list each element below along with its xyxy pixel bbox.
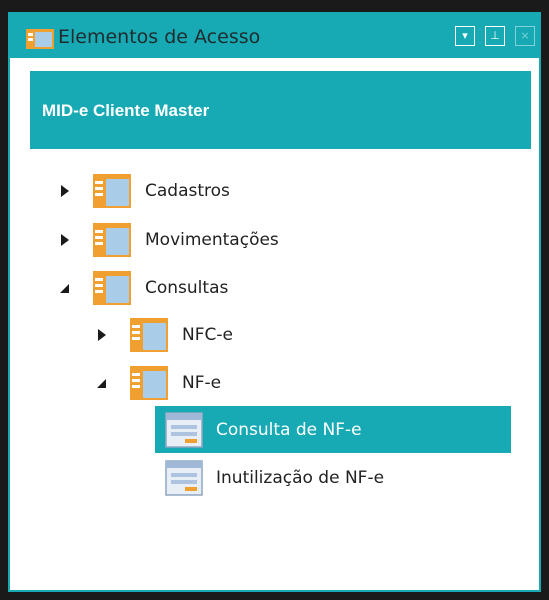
close-icon: × [520, 29, 530, 42]
tree-node-nfce[interactable]: NFC-e [97, 316, 357, 356]
tree-node-consultas[interactable]: Consultas [60, 269, 360, 309]
window-icon [26, 29, 54, 49]
tree-node-label: NF-e [182, 373, 222, 393]
tree-node-label: Consultas [145, 278, 229, 298]
form-icon [165, 460, 203, 496]
tree-node-label: Cadastros [145, 181, 230, 201]
client-name: MID-e Cliente Master [42, 101, 210, 120]
form-icon [165, 412, 203, 448]
tree-leaf-label: Consulta de NF-e [216, 420, 362, 440]
expand-arrow-icon[interactable] [97, 328, 107, 342]
access-elements-panel: Elementos de Acesso ▾ ⊥ × MID-e Cliente … [8, 12, 541, 592]
tree-node-cadastros[interactable]: Cadastros [60, 172, 360, 212]
folder-icon [130, 318, 168, 352]
tree-leaf-label: Inutilização de NF-e [216, 468, 385, 488]
tree-node-nfe[interactable]: NF-e [97, 364, 357, 404]
close-button[interactable]: × [515, 26, 535, 46]
tree-leaf-consulta-nfe[interactable]: Consulta de NF-e [165, 412, 505, 452]
folder-icon [93, 271, 131, 305]
tree-node-label: Movimentações [145, 230, 279, 250]
tree-node-movimentacoes[interactable]: Movimentações [60, 221, 360, 261]
pin-button[interactable]: ⊥ [485, 26, 505, 46]
folder-icon [93, 174, 131, 208]
folder-icon [130, 366, 168, 400]
expand-arrow-icon[interactable] [60, 233, 70, 247]
dropdown-button[interactable]: ▾ [455, 26, 475, 46]
collapse-arrow-icon[interactable] [97, 376, 107, 390]
panel-titlebar[interactable]: Elementos de Acesso ▾ ⊥ × [10, 14, 539, 58]
tree-leaf-inutilizacao-nfe[interactable]: Inutilização de NF-e [165, 460, 505, 500]
client-header: MID-e Cliente Master [30, 71, 531, 149]
tree-node-label: NFC-e [182, 325, 233, 345]
pin-icon: ⊥ [490, 29, 500, 42]
panel-title: Elementos de Acesso [58, 26, 261, 48]
collapse-arrow-icon[interactable] [60, 281, 70, 295]
expand-arrow-icon[interactable] [60, 184, 70, 198]
folder-icon [93, 223, 131, 257]
chevron-down-icon: ▾ [462, 29, 468, 42]
